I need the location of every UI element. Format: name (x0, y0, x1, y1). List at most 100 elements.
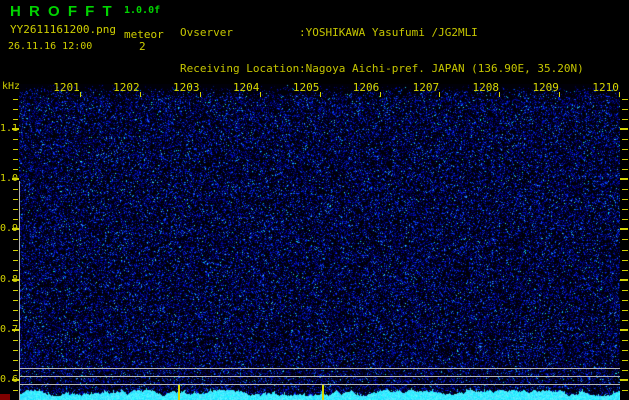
detection-band-line-center (19, 376, 620, 377)
freq-minor-tick-left (13, 239, 18, 240)
time-tick (319, 92, 321, 97)
freq-minor-tick-left (13, 300, 18, 301)
freq-minor-tick-right (622, 350, 628, 351)
freq-minor-tick-right (622, 270, 628, 271)
freq-minor-tick-left (13, 149, 18, 150)
freq-major-tick-right (620, 278, 628, 281)
freq-minor-tick-right (622, 340, 628, 341)
freq-major-tick-left (12, 128, 19, 130)
freq-minor-tick-left (13, 340, 18, 341)
freq-minor-tick-right (622, 310, 628, 311)
detection-band-line-upper (19, 368, 620, 369)
meteor-echo-marker (178, 385, 180, 400)
info-value: :Nagoya Aichi-pref. JAPAN (136.90E, 35.2… (299, 62, 584, 75)
app-title: H R O F F T (10, 3, 114, 20)
time-tick (619, 92, 621, 97)
freq-minor-tick-left (13, 310, 18, 311)
freq-minor-tick-right (622, 119, 628, 120)
freq-minor-tick-left (13, 360, 18, 361)
freq-minor-tick-right (622, 99, 628, 100)
time-tick (80, 92, 81, 97)
time-tick-label: 1207 (412, 81, 440, 94)
time-tick-label: 1205 (292, 81, 320, 94)
freq-minor-tick-right (622, 199, 628, 200)
info-row-observer: Ovserver :YOSHIKAWA Yasufumi /JG2MLI (180, 27, 584, 39)
observation-datetime: 26.11.16 12:00 (8, 41, 93, 52)
time-tick (259, 92, 261, 97)
time-tick-label: 1208 (472, 81, 500, 94)
freq-minor-tick-left (13, 320, 18, 321)
plot-left-border-line (19, 181, 20, 400)
freq-minor-tick-right (622, 370, 628, 371)
y-axis-unit-label: kHz (2, 81, 21, 92)
output-filename: YY2611161200.png (10, 23, 116, 36)
time-tick (499, 92, 501, 97)
app-version: 1.0.0f (124, 5, 161, 16)
freq-minor-tick-left (13, 109, 18, 110)
freq-minor-tick-left (13, 270, 18, 271)
meteor-count: 2 (139, 40, 146, 53)
freq-minor-tick-left (13, 260, 18, 261)
time-tick-label: 1210 (592, 81, 619, 94)
freq-minor-tick-left (13, 99, 18, 100)
freq-major-tick-right (620, 379, 628, 381)
freq-tick-label: 0.8 (0, 273, 19, 285)
freq-major-tick-left (12, 278, 19, 281)
freq-minor-tick-right (622, 250, 628, 251)
freq-minor-tick-right (622, 260, 628, 261)
freq-tick-label: 0.6 (0, 374, 19, 385)
freq-minor-tick-right (622, 149, 628, 150)
freq-minor-tick-left (13, 209, 18, 210)
time-tick (379, 92, 381, 97)
freq-minor-tick-right (622, 209, 628, 210)
info-value: :YOSHIKAWA Yasufumi /JG2MLI (299, 26, 478, 39)
freq-minor-tick-left (13, 350, 18, 351)
freq-major-tick-left (12, 328, 19, 331)
freq-minor-tick-right (622, 159, 628, 160)
freq-minor-tick-right (622, 360, 628, 361)
freq-tick-label: 0.7 (0, 323, 19, 335)
time-tick-label: 1206 (352, 81, 380, 94)
freq-minor-tick-left (13, 159, 18, 160)
freq-major-tick-left (12, 178, 19, 181)
time-tick (559, 92, 561, 97)
freq-minor-tick-left (13, 189, 18, 190)
freq-tick-label: 1.1 (0, 123, 19, 134)
time-tick-label: 1209 (532, 81, 559, 94)
hrofft-screen: H R O F F T 1.0.0f YY2611161200.png mete… (0, 0, 629, 400)
strip-origin-red-mark (0, 394, 10, 400)
freq-minor-tick-right (622, 189, 628, 190)
info-label: Receiving Location (180, 62, 300, 75)
time-tick-label: 1203 (173, 81, 200, 94)
freq-minor-tick-left (13, 390, 18, 391)
freq-minor-tick-right (622, 390, 628, 391)
freq-minor-tick-left (13, 290, 18, 291)
time-tick (139, 92, 141, 97)
freq-minor-tick-right (622, 219, 628, 220)
freq-minor-tick-left (13, 119, 18, 120)
freq-tick-label: 1.0 (0, 173, 19, 185)
time-tick (439, 92, 441, 97)
freq-minor-tick-left (13, 169, 18, 170)
freq-minor-tick-left (13, 370, 18, 371)
freq-major-tick-right (620, 178, 628, 181)
meteor-echo-marker (322, 385, 324, 400)
freq-minor-tick-left (13, 250, 18, 251)
freq-major-tick-left (12, 228, 19, 231)
freq-major-tick-left (12, 379, 19, 381)
freq-minor-tick-left (13, 139, 18, 140)
freq-minor-tick-right (622, 139, 628, 140)
time-tick-label: 1202 (113, 81, 140, 94)
freq-major-tick-right (620, 128, 628, 130)
detection-band-line-lower (19, 384, 620, 385)
time-tick-label: 1201 (53, 81, 80, 94)
info-label: Ovserver (180, 26, 233, 39)
info-row-location: Receiving Location:Nagoya Aichi-pref. JA… (180, 63, 584, 75)
freq-minor-tick-left (13, 199, 18, 200)
freq-minor-tick-right (622, 239, 628, 240)
freq-minor-tick-right (622, 320, 628, 321)
freq-major-tick-right (620, 228, 628, 231)
time-tick-label: 1204 (232, 81, 260, 94)
freq-tick-label: 0.9 (0, 223, 19, 235)
freq-minor-tick-right (622, 300, 628, 301)
